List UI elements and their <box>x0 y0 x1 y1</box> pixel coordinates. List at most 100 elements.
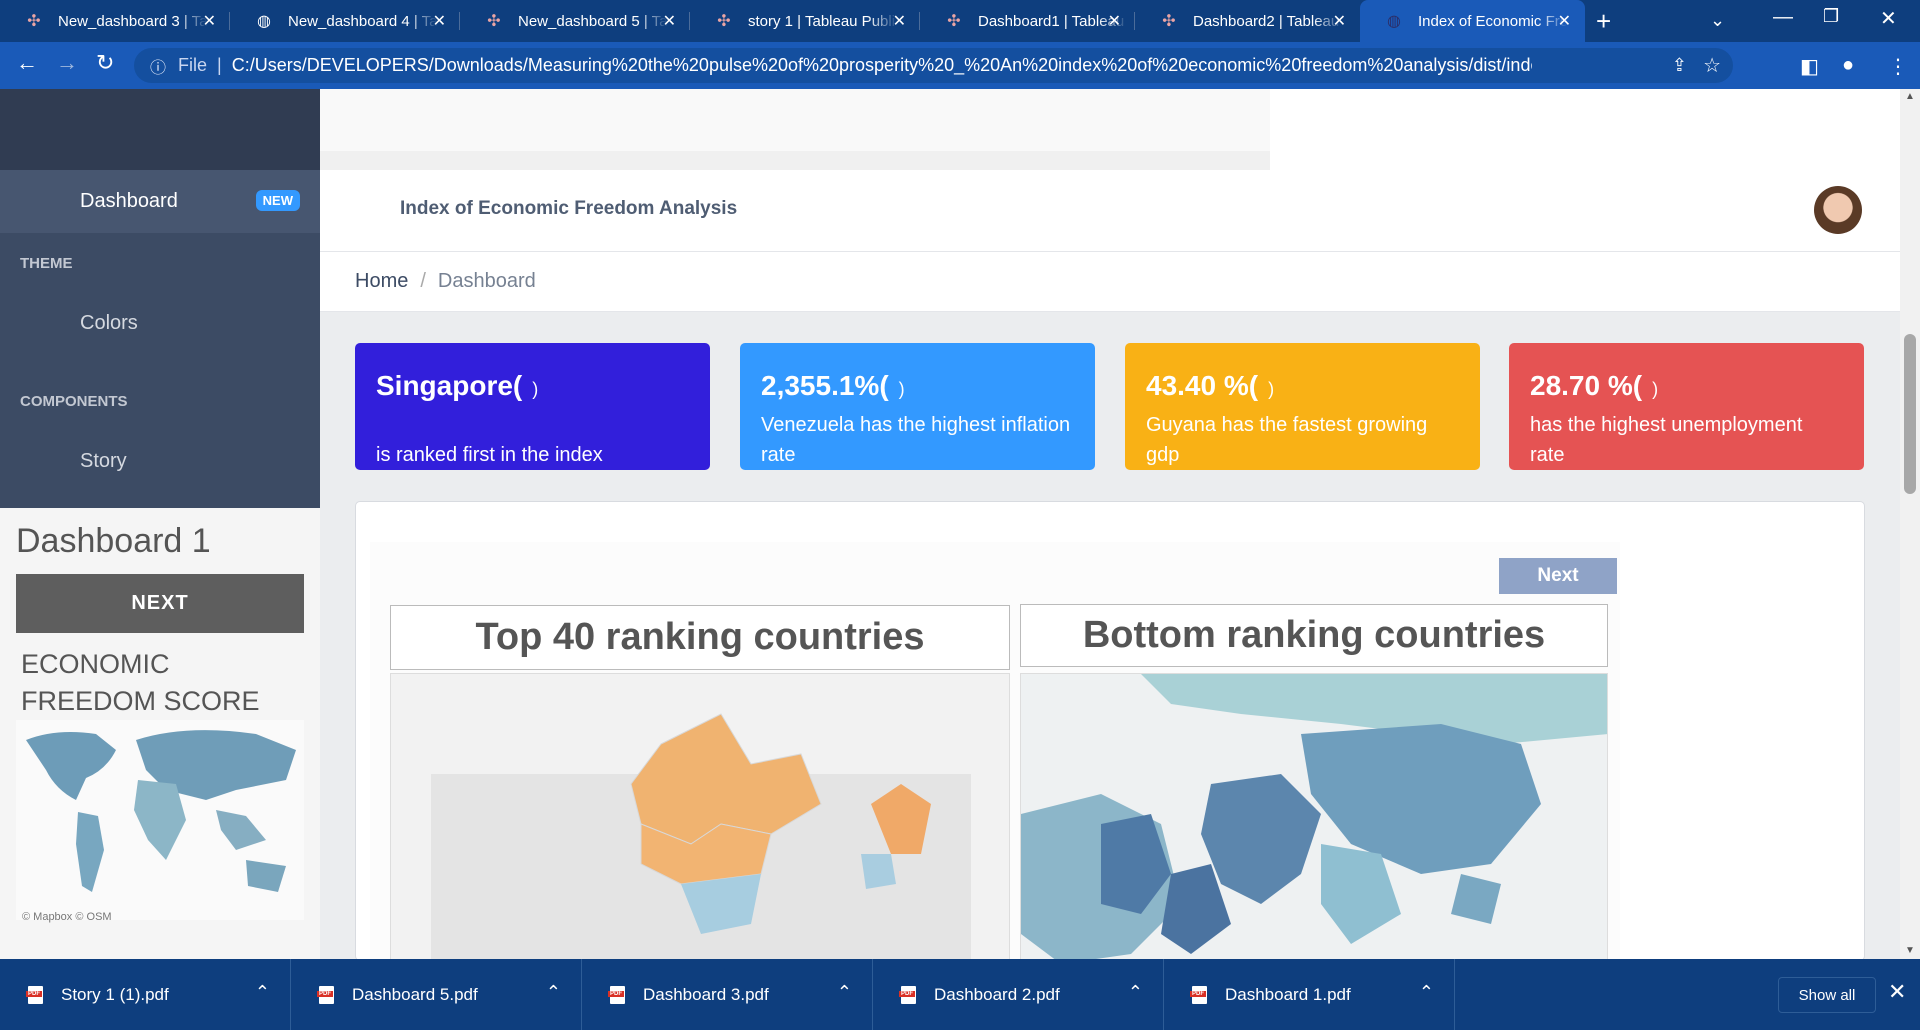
sidebar-section-components: COMPONENTS <box>20 392 128 410</box>
sidebar-section-theme: THEME <box>20 254 73 272</box>
sidebar-brand <box>0 89 320 170</box>
chevron-up-icon[interactable]: ⌃ <box>546 982 561 1003</box>
browser-tab[interactable]: ✣ New_dashboard 3 | Ta ✕ <box>0 0 230 42</box>
card-value: 28.70 %() <box>1530 370 1659 401</box>
pdf-file-icon <box>899 985 916 1004</box>
address-bar[interactable]: ⓘ File | C:/Users/DEVELOPERS/Downloads/M… <box>134 48 1733 83</box>
side-panel-icon[interactable]: ◧ <box>1800 54 1819 79</box>
page-scrollbar[interactable]: ▲ ▼ <box>1900 89 1920 959</box>
browser-tab[interactable]: ◍ New_dashboard 4 | Ta ✕ <box>230 0 460 42</box>
viz-next-button[interactable]: Next <box>1499 558 1617 594</box>
tab-title: Index of Economic Fre <box>1418 12 1568 30</box>
scroll-up-icon[interactable]: ▲ <box>1905 91 1915 102</box>
reload-icon[interactable]: ↻ <box>96 52 114 74</box>
globe-icon: ◍ <box>257 13 271 30</box>
browser-tab[interactable]: ✣ Dashboard1 | Tableau ✕ <box>920 0 1135 42</box>
card-caption: Guyana has the fastest growing gdp <box>1146 414 1428 466</box>
chevron-up-icon[interactable]: ⌃ <box>1419 982 1434 1003</box>
close-icon[interactable]: ✕ <box>1108 11 1121 31</box>
sidebar-item-dashboard[interactable]: Dashboard NEW <box>0 170 320 233</box>
restore-icon[interactable]: ❐ <box>1823 6 1839 27</box>
close-icon[interactable]: ✕ <box>663 11 676 31</box>
sidebar-item-story[interactable]: Story <box>80 431 320 491</box>
download-item[interactable]: Dashboard 5.pdf ⌃ <box>291 959 582 1030</box>
browser-toolbar: ← → ↻ ⓘ File | C:/Users/DEVELOPERS/Downl… <box>0 42 1920 89</box>
tableau-viz: Next Top 40 ranking countries Bottom ran… <box>370 542 1620 963</box>
map-credit: © Mapbox © OSM <box>22 911 112 923</box>
breadcrumb-home[interactable]: Home <box>355 270 408 293</box>
url-text[interactable]: C:/Users/DEVELOPERS/Downloads/Measuring%… <box>232 55 1532 76</box>
next-button[interactable]: NEXT <box>16 574 304 633</box>
download-filename: Dashboard 5.pdf <box>352 984 478 1004</box>
browser-tab[interactable]: ✣ Dashboard2 | Tableau ✕ <box>1135 0 1360 42</box>
close-icon[interactable]: ✕ <box>1333 11 1346 31</box>
browser-tab-strip: ✣ New_dashboard 3 | Ta ✕ ◍ New_dashboard… <box>0 0 1920 42</box>
new-tab-icon[interactable]: + <box>1596 8 1611 34</box>
breadcrumb-separator: / <box>420 270 426 292</box>
chevron-up-icon[interactable]: ⌃ <box>1128 982 1143 1003</box>
chevron-down-icon[interactable]: ⌄ <box>1710 10 1725 31</box>
minimize-icon[interactable]: — <box>1773 6 1793 29</box>
chevron-up-icon[interactable]: ⌃ <box>255 982 270 1003</box>
download-item[interactable]: Dashboard 3.pdf ⌃ <box>582 959 873 1030</box>
top-countries-map[interactable] <box>390 673 1010 963</box>
tab-title: Dashboard2 | Tableau <box>1193 12 1340 30</box>
tab-title: Dashboard1 | Tableau <box>978 12 1125 30</box>
avatar[interactable] <box>1814 186 1862 234</box>
tab-title: New_dashboard 4 | Ta <box>288 12 438 30</box>
show-all-button[interactable]: Show all <box>1778 977 1876 1013</box>
economic-freedom-score-title: ECONOMIC FREEDOM SCORE <box>21 649 260 716</box>
tableau-icon: ✣ <box>947 13 961 30</box>
pdf-file-icon <box>1190 985 1207 1004</box>
pdf-file-icon <box>608 985 625 1004</box>
browser-tab-active[interactable]: ◍ Index of Economic Fre ✕ <box>1360 0 1585 42</box>
close-icon[interactable]: ✕ <box>203 11 216 31</box>
scroll-down-icon[interactable]: ▼ <box>1905 945 1915 956</box>
stat-card-inflation: 2,355.1%() Venezuela has the highest inf… <box>740 343 1095 470</box>
stat-card-top-rank: Singapore() is ranked first in the index <box>355 343 710 470</box>
new-badge: NEW <box>255 190 300 211</box>
close-icon[interactable]: ✕ <box>433 11 446 31</box>
browser-tab[interactable]: ✣ New_dashboard 5 | Ta ✕ <box>460 0 690 42</box>
close-icon[interactable]: ✕ <box>893 11 906 31</box>
bottom-countries-map[interactable] <box>1020 673 1608 963</box>
close-icon[interactable]: ✕ <box>1888 979 1906 1005</box>
bottom-ranking-title: Bottom ranking countries <box>1020 604 1608 667</box>
download-filename: Dashboard 1.pdf <box>1225 984 1351 1004</box>
download-item[interactable]: Story 1 (1).pdf ⌃ <box>0 959 291 1030</box>
chevron-up-icon[interactable]: ⌃ <box>837 982 852 1003</box>
embed-top-strip-shade <box>320 151 1270 170</box>
close-icon[interactable]: ✕ <box>1558 11 1571 31</box>
card-caption: Venezuela has the highest inflation rate <box>761 414 1071 466</box>
scheme-label: File <box>178 55 208 75</box>
bookmark-star-icon[interactable]: ☆ <box>1703 53 1721 78</box>
top-40-title: Top 40 ranking countries <box>390 605 1010 670</box>
dashboard-1-title: Dashboard 1 <box>16 522 211 560</box>
address-separator: | <box>217 55 222 75</box>
scrollbar-thumb[interactable] <box>1904 334 1916 494</box>
download-item[interactable]: Dashboard 1.pdf ⌃ <box>1164 959 1455 1030</box>
tab-title: story 1 | Tableau Publi <box>748 12 896 30</box>
browser-tab[interactable]: ✣ story 1 | Tableau Publi ✕ <box>690 0 920 42</box>
sidebar-item-colors[interactable]: Colors <box>80 293 320 353</box>
menu-kebab-icon[interactable]: ⋮ <box>1888 54 1908 79</box>
world-map[interactable] <box>16 720 304 920</box>
share-icon[interactable]: ⇪ <box>1672 55 1687 76</box>
card-value: Singapore() <box>376 370 539 401</box>
dashboard-panel: Next Top 40 ranking countries Bottom ran… <box>355 501 1865 963</box>
card-caption: is ranked first in the index <box>376 444 603 466</box>
embedded-dashboard-1: Dashboard 1 NEXT ECONOMIC FREEDOM SCORE … <box>0 508 320 959</box>
close-window-icon[interactable]: ✕ <box>1880 6 1897 31</box>
info-icon[interactable]: ⓘ <box>150 54 166 78</box>
download-item[interactable]: Dashboard 2.pdf ⌃ <box>873 959 1164 1030</box>
tableau-icon: ✣ <box>717 13 731 30</box>
tableau-icon: ✣ <box>27 13 41 30</box>
pdf-file-icon <box>317 985 334 1004</box>
page-icon: ◍ <box>1387 13 1401 30</box>
app-header: Index of Economic Freedom Analysis <box>320 170 1900 252</box>
back-icon[interactable]: ← <box>16 52 38 74</box>
card-caption: has the highest unemployment rate <box>1530 414 1803 466</box>
forward-icon[interactable]: → <box>56 52 78 74</box>
breadcrumb-current: Dashboard <box>437 270 536 292</box>
profile-icon[interactable]: ● <box>1842 54 1854 77</box>
